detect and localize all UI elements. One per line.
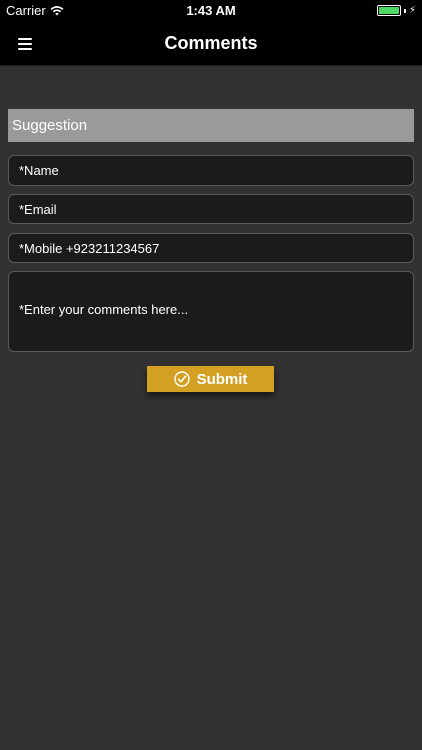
check-circle-icon xyxy=(173,371,190,387)
status-time: 1:43 AM xyxy=(186,3,236,18)
page-title: Comments xyxy=(164,33,258,53)
battery-tip xyxy=(403,8,406,13)
battery-fill xyxy=(378,7,399,14)
charging-bolt-icon: ⚡︎ xyxy=(408,4,416,16)
comments-field[interactable] xyxy=(8,271,414,352)
email-field[interactable] xyxy=(8,194,414,224)
mobile-field[interactable] xyxy=(8,233,414,263)
status-bar: Carrier 1:43 AM ⚡︎ xyxy=(0,0,422,22)
name-field[interactable] xyxy=(8,155,414,186)
battery-indicator: ⚡︎ xyxy=(376,4,416,16)
submit-label: Submit xyxy=(196,370,248,388)
section-header-suggestion: Suggestion xyxy=(8,109,414,142)
battery-icon xyxy=(376,5,401,16)
navigation-bar: Comments xyxy=(0,22,422,66)
submit-button[interactable]: Submit xyxy=(147,366,274,392)
